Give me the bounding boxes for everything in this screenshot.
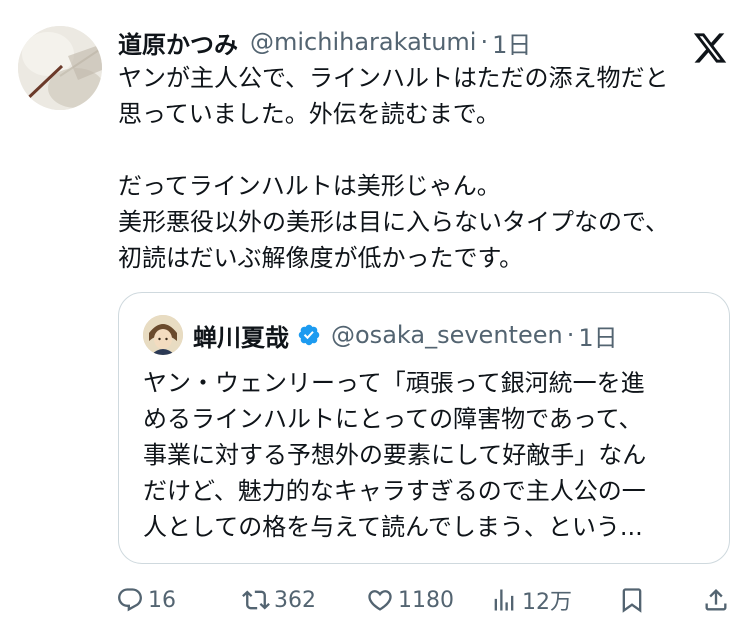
tweet-line: だってラインハルトは美形じゃん。 [118,172,501,200]
quoted-author-name[interactable]: 蝉川夏哉 [193,318,289,353]
quoted-header: 蝉川夏哉 @osaka_seventeen · 1日 [193,317,618,353]
repost-count: 362 [274,587,316,613]
tweet-header: 道原かつみ @michiharakatumi · 1日 [118,24,531,60]
share-button[interactable] [702,580,734,620]
like-icon [368,590,392,611]
bookmark-button[interactable] [618,580,650,620]
repost-button[interactable]: 362 [242,580,316,620]
quoted-line: 事業に対する予想外の要素にして好敵手」なん [143,441,647,469]
tweet-time[interactable]: 1日 [492,25,531,60]
quoted-line: ヤン・ウェンリーって「頑張って銀河統一を進 [143,369,645,397]
like-button[interactable]: 1180 [366,580,454,620]
author-handle[interactable]: @michiharakatumi [250,28,476,56]
tweet-line: 美形悪役以外の美形は目に入らないタイプなので、 [118,208,670,236]
reply-count: 16 [148,587,176,613]
views-count: 12万 [522,590,572,615]
action-bar: 16 362 1180 12万 [0,580,750,620]
bookmark-icon [622,588,642,613]
verified-badge-icon [298,324,320,346]
author-avatar[interactable] [18,26,102,110]
reply-icon [118,588,142,612]
quoted-line: だけど、魅力的なキャラすぎるので主人公の一 [143,477,646,505]
tweet-line: ヤンが主人公で、ラインハルトはただの添え物だと [118,64,669,92]
views-button[interactable]: 12万 [490,580,572,620]
quoted-author-handle[interactable]: @osaka_seventeen [331,321,563,349]
quoted-text: ヤン・ウェンリーって「頑張って銀河統一を進 めるラインハルトにとっての障害物であ… [143,365,713,545]
quoted-line: 人としての格を与えて読んでしまう、という... [143,513,643,541]
author-name[interactable]: 道原かつみ [118,25,238,60]
like-count: 1180 [398,587,454,613]
quoted-author-avatar[interactable] [143,315,183,355]
quoted-line: めるラインハルトにとっての障害物であって、 [143,405,643,433]
separator-dot: · [566,321,575,349]
share-icon [705,589,727,611]
tweet-text: ヤンが主人公で、ラインハルトはただの添え物だと 思っていました。外伝を読むまで。… [118,60,728,276]
quoted-tweet[interactable]: 蝉川夏哉 @osaka_seventeen · 1日 ヤン・ウェンリーって「頑張… [118,292,730,564]
separator-dot: · [480,28,489,56]
repost-icon [242,590,270,610]
tweet-line: 初読はだいぶ解像度が低かったです。 [118,244,524,272]
reply-button[interactable]: 16 [116,580,176,620]
quoted-time[interactable]: 1日 [578,318,617,353]
tweet-line: 思っていました。外伝を読むまで。 [118,100,500,128]
views-icon [494,589,514,611]
